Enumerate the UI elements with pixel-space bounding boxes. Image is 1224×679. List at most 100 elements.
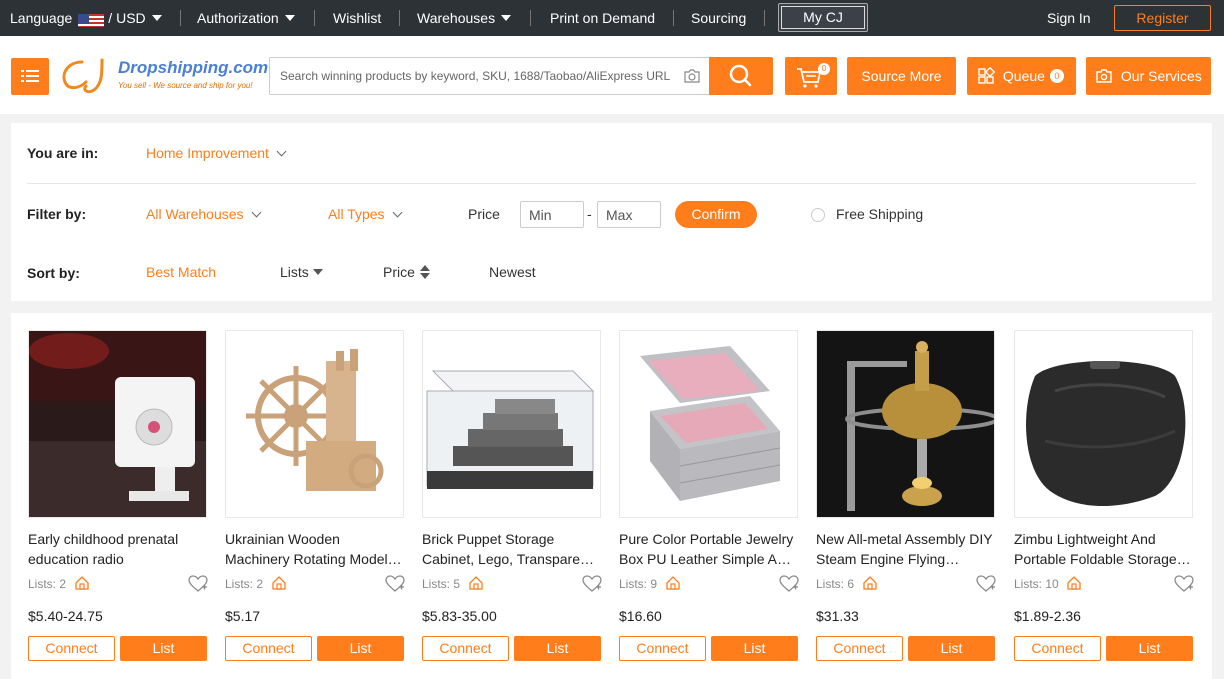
- product-card[interactable]: Brick Puppet Storage Cabinet, Lego, Tran…: [422, 330, 602, 670]
- price-dash: -: [587, 206, 592, 222]
- search-box: [269, 57, 710, 95]
- heart-icon[interactable]: [779, 575, 799, 593]
- queue-label: Queue: [1002, 68, 1045, 84]
- price-min-input[interactable]: [520, 201, 584, 228]
- queue-button[interactable]: Queue 0: [967, 57, 1076, 95]
- logo-tagline: You sell - We source and ship for you!: [118, 81, 253, 90]
- language-selector[interactable]: Language / USD: [10, 0, 162, 36]
- list-button[interactable]: List: [908, 636, 995, 661]
- search-icon: [729, 64, 752, 87]
- free-shipping-label[interactable]: Free Shipping: [836, 206, 923, 222]
- types-filter-label: All Types: [328, 206, 385, 222]
- product-card[interactable]: Early childhood prenatal education radio…: [28, 330, 208, 670]
- sort-price[interactable]: Price: [383, 264, 430, 280]
- price-label: Price: [468, 206, 500, 222]
- menu-icon: [21, 70, 39, 82]
- heart-icon[interactable]: [976, 575, 996, 593]
- filter-by-label: Filter by:: [27, 206, 87, 222]
- chevron-down-icon: [284, 15, 295, 22]
- product-title[interactable]: Pure Color Portable Jewelry Box PU Leath…: [619, 529, 797, 569]
- our-services-button[interactable]: Our Services: [1086, 57, 1211, 95]
- our-services-label: Our Services: [1120, 68, 1202, 84]
- heart-icon[interactable]: [188, 575, 208, 593]
- warehouses-label: Warehouses: [417, 10, 496, 26]
- product-lists-count: Lists: 5: [422, 577, 461, 591]
- authorization-menu[interactable]: Authorization: [197, 0, 295, 36]
- currency-label: USD: [116, 10, 146, 26]
- product-image[interactable]: [619, 330, 798, 518]
- connect-button[interactable]: Connect: [225, 636, 312, 661]
- chevron-down-icon: [276, 146, 287, 157]
- home-icon: [666, 576, 680, 590]
- sort-lists[interactable]: Lists: [280, 264, 323, 280]
- product-card[interactable]: Zimbu Lightweight And Portable Foldable …: [1014, 330, 1194, 670]
- price-max-input[interactable]: [597, 201, 661, 228]
- sourcing-link[interactable]: Sourcing: [691, 0, 746, 36]
- warehouses-menu[interactable]: Warehouses: [417, 0, 512, 36]
- product-grid: Early childhood prenatal education radio…: [11, 313, 1212, 679]
- camera-icon[interactable]: [683, 68, 701, 84]
- wishlist-link[interactable]: Wishlist: [333, 0, 381, 36]
- search-button[interactable]: [709, 57, 773, 95]
- connect-button[interactable]: Connect: [1014, 636, 1101, 661]
- product-price: $5.83-35.00: [422, 608, 497, 624]
- source-more-button[interactable]: Source More: [847, 57, 956, 95]
- connect-button[interactable]: Connect: [816, 636, 903, 661]
- cj-logo-icon: [62, 58, 104, 94]
- product-lists-count: Lists: 10: [1014, 577, 1059, 591]
- confirm-button[interactable]: Confirm: [675, 201, 757, 228]
- heart-icon[interactable]: [385, 575, 405, 593]
- product-image[interactable]: [28, 330, 207, 518]
- us-flag-icon: [78, 9, 105, 28]
- you-are-in-label: You are in:: [27, 145, 99, 161]
- connect-button[interactable]: Connect: [422, 636, 509, 661]
- language-label: Language: [10, 10, 73, 26]
- product-image[interactable]: [816, 330, 995, 518]
- free-shipping-radio[interactable]: [811, 208, 825, 222]
- divider: [399, 10, 400, 26]
- print-on-demand-link[interactable]: Print on Demand: [550, 0, 655, 36]
- divider: [673, 10, 674, 26]
- sort-best-match[interactable]: Best Match: [146, 264, 216, 280]
- list-button[interactable]: List: [120, 636, 207, 661]
- my-cj-button[interactable]: My CJ: [778, 3, 868, 32]
- list-button[interactable]: List: [1106, 636, 1193, 661]
- list-button[interactable]: List: [711, 636, 798, 661]
- list-button[interactable]: List: [317, 636, 404, 661]
- logo[interactable]: Dropshipping.com You sell - We source an…: [58, 54, 268, 96]
- product-title[interactable]: Early childhood prenatal education radio: [28, 529, 206, 569]
- connect-button[interactable]: Connect: [619, 636, 706, 661]
- chevron-down-icon: [392, 207, 402, 218]
- heart-icon[interactable]: [582, 575, 602, 593]
- product-image[interactable]: [225, 330, 404, 518]
- product-image[interactable]: [422, 330, 601, 518]
- product-image[interactable]: [1014, 330, 1193, 518]
- product-card[interactable]: Pure Color Portable Jewelry Box PU Leath…: [619, 330, 799, 670]
- cart-icon: [797, 68, 822, 88]
- queue-count-badge: 0: [1049, 69, 1064, 84]
- product-title[interactable]: Ukrainian Wooden Machinery Rotating Mode…: [225, 529, 403, 569]
- chevron-down-icon: [151, 15, 162, 22]
- product-price: $5.40-24.75: [28, 608, 103, 624]
- register-button[interactable]: Register: [1114, 5, 1211, 31]
- product-card[interactable]: Ukrainian Wooden Machinery Rotating Mode…: [225, 330, 405, 670]
- warehouses-dropdown[interactable]: All Warehouses: [146, 206, 261, 222]
- list-button[interactable]: List: [514, 636, 601, 661]
- heart-icon[interactable]: [1174, 575, 1194, 593]
- sort-newest[interactable]: Newest: [489, 264, 536, 280]
- product-title[interactable]: Brick Puppet Storage Cabinet, Lego, Tran…: [422, 529, 600, 569]
- authorization-label: Authorization: [197, 10, 279, 26]
- types-dropdown[interactable]: All Types: [328, 206, 402, 222]
- search-input[interactable]: [270, 58, 678, 94]
- logo-text: Dropshipping.com: [118, 58, 269, 77]
- product-lists-count: Lists: 2: [28, 577, 67, 591]
- my-cj-label: My CJ: [803, 9, 843, 25]
- sign-in-link[interactable]: Sign In: [1047, 0, 1091, 36]
- menu-button[interactable]: [11, 58, 49, 95]
- connect-button[interactable]: Connect: [28, 636, 115, 661]
- product-title[interactable]: Zimbu Lightweight And Portable Foldable …: [1014, 529, 1192, 569]
- product-title[interactable]: New All-metal Assembly DIY Steam Engine …: [816, 529, 994, 569]
- product-card[interactable]: New All-metal Assembly DIY Steam Engine …: [816, 330, 996, 670]
- cart-button[interactable]: 0: [785, 57, 837, 95]
- category-dropdown[interactable]: Home Improvement: [146, 145, 287, 161]
